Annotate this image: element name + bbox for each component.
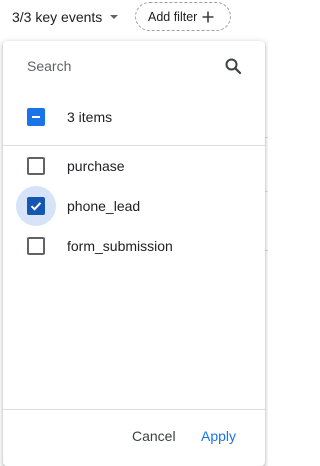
add-filter-label: Add filter bbox=[148, 9, 198, 24]
search-row bbox=[3, 41, 265, 91]
indeterminate-dash-icon bbox=[32, 116, 40, 118]
add-filter-button[interactable]: Add filter bbox=[135, 2, 231, 31]
key-events-label: 3/3 key events bbox=[12, 9, 103, 25]
form-submission-checkbox[interactable] bbox=[27, 237, 45, 255]
search-input[interactable] bbox=[27, 56, 217, 76]
caret-down-icon bbox=[110, 15, 119, 19]
plus-icon bbox=[202, 11, 214, 22]
purchase-checkbox[interactable] bbox=[27, 157, 45, 175]
footer-divider bbox=[3, 409, 265, 410]
list-item-form-submission[interactable]: form_submission bbox=[3, 226, 265, 266]
apply-button[interactable]: Apply bbox=[201, 421, 236, 451]
checkbox-wrap bbox=[16, 146, 56, 186]
select-all-checkbox[interactable] bbox=[27, 108, 45, 126]
key-events-selector[interactable]: 3/3 key events bbox=[12, 7, 122, 27]
search-icon[interactable] bbox=[223, 56, 243, 76]
list-item-phone-lead[interactable]: phone_lead bbox=[3, 186, 265, 226]
checkbox-wrap bbox=[16, 226, 56, 266]
list-item-label: purchase bbox=[67, 158, 125, 174]
list-item-label: phone_lead bbox=[67, 198, 141, 214]
select-all-label: 3 items bbox=[67, 109, 113, 125]
select-all-checkbox-wrap bbox=[16, 97, 56, 137]
list-item-label: form_submission bbox=[67, 238, 173, 254]
filter-bar: 3/3 key events Add filter bbox=[0, 0, 268, 36]
list-item-purchase[interactable]: purchase bbox=[3, 146, 265, 186]
key-events-dropdown: 3 items purchase phone_lead bbox=[3, 41, 265, 466]
phone-lead-checkbox[interactable] bbox=[27, 197, 45, 215]
select-all-row[interactable]: 3 items bbox=[3, 97, 265, 137]
checkmark-icon bbox=[30, 202, 42, 211]
checkbox-focus-ring bbox=[16, 186, 56, 226]
cancel-button[interactable]: Cancel bbox=[132, 421, 176, 451]
stage: 3/3 key events Add filter Search 3 items… bbox=[0, 0, 268, 466]
